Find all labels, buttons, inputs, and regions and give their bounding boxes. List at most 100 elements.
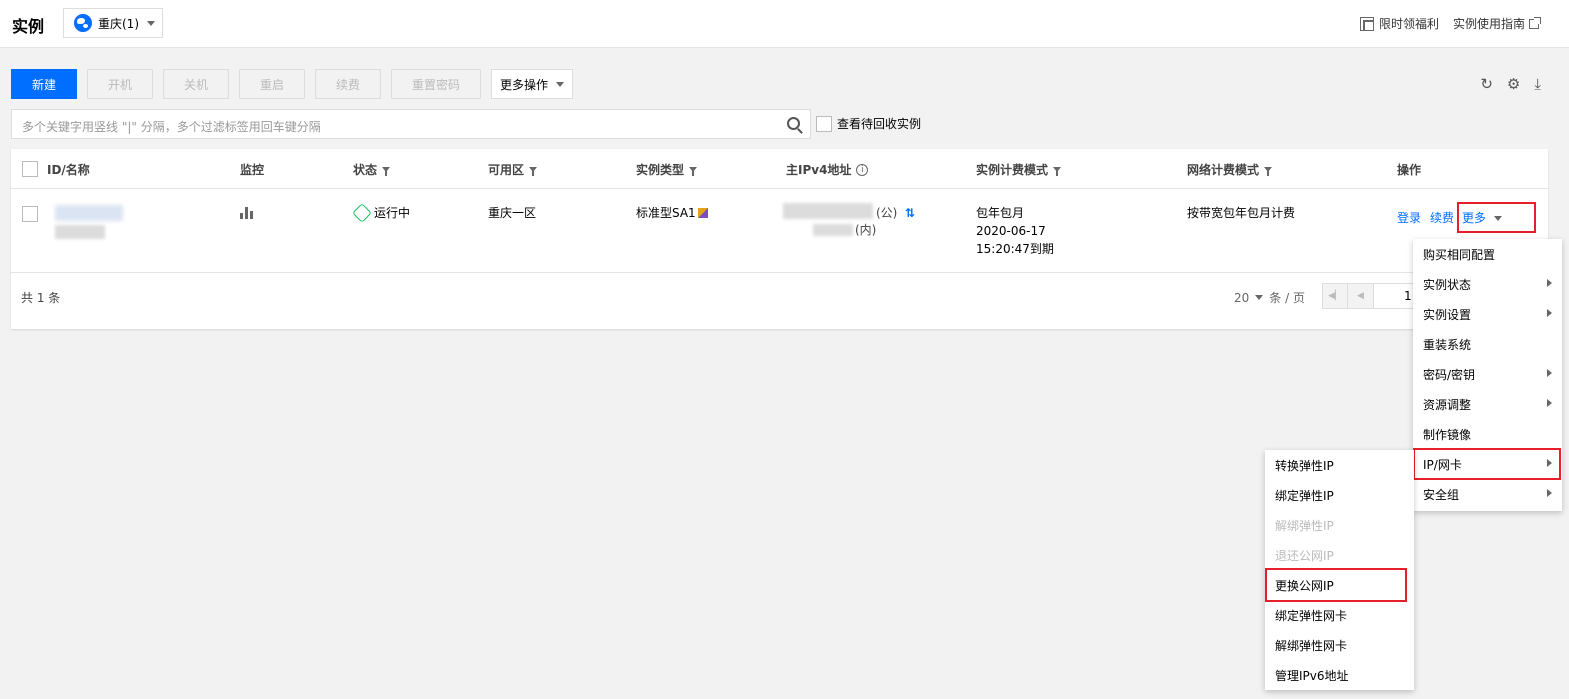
- divider: [11, 188, 1548, 189]
- filter-icon[interactable]: [1053, 167, 1062, 176]
- menu-item-label: 转换弹性IP: [1275, 458, 1334, 473]
- info-icon[interactable]: i: [856, 163, 869, 176]
- row-checkbox[interactable]: [22, 206, 38, 222]
- filter-icon[interactable]: [382, 167, 391, 176]
- more-actions-button[interactable]: 更多操作: [491, 69, 573, 99]
- more-menu-item[interactable]: 密码/密钥: [1413, 359, 1562, 389]
- chevron-down-icon: [556, 81, 564, 87]
- renew-link[interactable]: 续费: [1430, 209, 1454, 227]
- status-text: 运行中: [374, 206, 411, 220]
- more-menu-item[interactable]: 重装系统: [1413, 329, 1562, 359]
- ip-submenu-item[interactable]: 绑定弹性网卡: [1265, 600, 1414, 630]
- ip-submenu-item[interactable]: 绑定弹性IP: [1265, 480, 1414, 510]
- search-placeholder: 多个关键字用竖线 "|" 分隔，多个过滤标签用回车键分隔: [22, 120, 321, 134]
- menu-item-label: 解绑弹性网卡: [1275, 638, 1348, 653]
- menu-item-label: 退还公网IP: [1275, 548, 1334, 563]
- chevron-right-icon: [1547, 489, 1552, 497]
- col-monitor: 监控: [240, 163, 265, 177]
- col-billing-mode[interactable]: 实例计费模式: [976, 161, 1062, 178]
- download-icon[interactable]: ⤓: [1534, 75, 1541, 93]
- col-network-billing[interactable]: 网络计费模式: [1187, 161, 1273, 178]
- first-page-icon[interactable]: ◀▏: [1322, 283, 1348, 309]
- col-zone[interactable]: 可用区: [488, 161, 538, 178]
- billing-mode-line3: 15:20:47到期: [976, 242, 1054, 256]
- filter-icon[interactable]: [689, 167, 698, 176]
- total-count: 共 1 条: [21, 291, 61, 305]
- region-select[interactable]: 重庆(1): [63, 8, 163, 38]
- external-link-icon[interactable]: [1529, 16, 1541, 29]
- qr-gift-icon: [1359, 16, 1374, 31]
- menu-item-label: 密码/密钥: [1423, 367, 1476, 382]
- new-button[interactable]: 新建: [11, 69, 77, 99]
- bar-chart-icon[interactable]: [240, 207, 254, 219]
- menu-item-label: 管理IPv6地址: [1275, 668, 1349, 683]
- chevron-right-icon: [1547, 309, 1552, 317]
- menu-item-label: 制作镜像: [1423, 427, 1472, 442]
- page-size-unit: 条 / 页: [1269, 291, 1305, 305]
- chevron-right-icon: [1547, 399, 1552, 407]
- menu-item-label: 绑定弹性IP: [1275, 488, 1334, 503]
- col-actions: 操作: [1397, 163, 1422, 177]
- page-size-value: 20: [1234, 290, 1250, 305]
- network-billing-cell: 按带宽包年包月计费: [1187, 206, 1296, 220]
- recycle-checkbox[interactable]: [816, 115, 832, 132]
- recycle-checkbox-row[interactable]: 查看待回收实例: [816, 115, 921, 132]
- col-instance-type[interactable]: 实例类型: [636, 161, 698, 178]
- ip-public-suffix: (公): [876, 206, 898, 220]
- chevron-right-icon: [1547, 279, 1552, 287]
- col-ipv4: 主IPv4地址 i: [786, 161, 869, 178]
- ip-submenu-item[interactable]: 解绑弹性网卡: [1265, 630, 1414, 660]
- region-label: 重庆(1): [98, 16, 139, 31]
- status-cell: 运行中: [352, 203, 411, 223]
- start-button[interactable]: 开机: [87, 69, 153, 99]
- page-title: 实例: [12, 17, 45, 36]
- refresh-icon[interactable]: ↻: [1480, 75, 1493, 93]
- more-actions-label: 更多操作: [499, 77, 548, 92]
- toolbar-icons: ↻ ⚙ ⤓: [1480, 75, 1541, 93]
- more-menu-item[interactable]: 安全组: [1413, 479, 1562, 509]
- more-menu-item[interactable]: 实例状态: [1413, 269, 1562, 299]
- promo-link[interactable]: 限时领福利: [1379, 15, 1439, 32]
- guide-link[interactable]: 实例使用指南: [1453, 15, 1525, 32]
- chevron-down-icon: [147, 20, 155, 26]
- globe-icon: [74, 14, 92, 32]
- renew-button[interactable]: 续费: [315, 69, 381, 99]
- col-status[interactable]: 状态: [353, 161, 391, 178]
- stop-button[interactable]: 关机: [163, 69, 229, 99]
- settings-icon[interactable]: ⚙: [1507, 75, 1520, 93]
- highlight-box: [1265, 568, 1407, 602]
- billing-mode-line1: 包年包月: [976, 206, 1025, 220]
- login-link[interactable]: 登录: [1397, 209, 1421, 227]
- restart-button[interactable]: 重启: [239, 69, 305, 99]
- ip-submenu-item: 解绑弹性IP: [1265, 510, 1414, 540]
- menu-item-label: 资源调整: [1423, 397, 1472, 412]
- zone-cell: 重庆一区: [488, 206, 537, 220]
- more-menu-item[interactable]: 资源调整: [1413, 389, 1562, 419]
- select-all-checkbox[interactable]: [22, 161, 38, 177]
- highlight-box: [1457, 202, 1536, 233]
- more-menu-item[interactable]: 购买相同配置: [1413, 239, 1562, 269]
- prev-page-icon[interactable]: ◀: [1348, 283, 1374, 309]
- instance-table: ID/名称 监控 状态 可用区 实例类型 主IPv4地址 i 实例计费模式 网络计…: [11, 149, 1548, 329]
- swap-ip-icon[interactable]: ⇅: [905, 204, 915, 222]
- page-size-select[interactable]: 20 条 / 页: [1234, 289, 1305, 306]
- ip-private-suffix: (内): [855, 223, 877, 237]
- search-input[interactable]: 多个关键字用竖线 "|" 分隔，多个过滤标签用回车键分隔: [11, 109, 811, 139]
- redacted-instance-id[interactable]: [55, 205, 123, 221]
- more-menu-item[interactable]: 实例设置: [1413, 299, 1562, 329]
- redacted-instance-name: [55, 225, 105, 239]
- running-icon: [352, 203, 372, 223]
- billing-mode-line2: 2020-06-17: [976, 224, 1046, 238]
- menu-item-label: 购买相同配置: [1423, 247, 1496, 262]
- ip-submenu-item: 退还公网IP: [1265, 540, 1414, 570]
- filter-icon[interactable]: [1264, 167, 1273, 176]
- pagination: ◀▏ ◀ 1: [1322, 283, 1424, 309]
- reset-password-button[interactable]: 重置密码: [391, 69, 481, 99]
- search-icon[interactable]: [787, 117, 800, 130]
- ip-submenu-item[interactable]: 管理IPv6地址: [1265, 660, 1414, 690]
- filter-icon[interactable]: [529, 167, 538, 176]
- redacted-private-ip: [813, 224, 853, 236]
- ip-submenu-item[interactable]: 转换弹性IP: [1265, 450, 1414, 480]
- more-menu-item[interactable]: 制作镜像: [1413, 419, 1562, 449]
- menu-item-label: 解绑弹性IP: [1275, 518, 1334, 533]
